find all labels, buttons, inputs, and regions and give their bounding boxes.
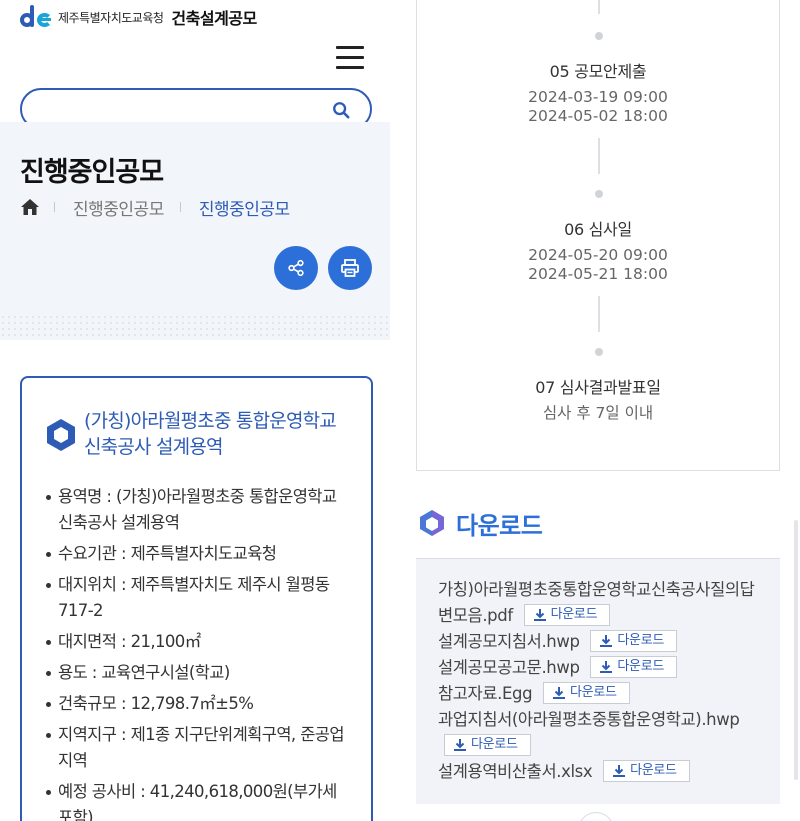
- breadcrumb-item-current[interactable]: 진행중인공모: [199, 195, 290, 220]
- schedule-timeline: 05 공모안제출 2024-03-19 09:00 2024-05-02 18:…: [416, 0, 780, 471]
- timeline-step-title: 06 심사일: [564, 220, 632, 239]
- file-item: 설계공모지침서.hwp 다운로드: [438, 629, 768, 655]
- file-name: 참고자료.Egg: [438, 684, 533, 703]
- timeline-date: 2024-05-20 09:00: [528, 246, 668, 264]
- download-button[interactable]: 다운로드: [543, 681, 630, 704]
- project-card: (가칭)아라월평초중 통합운영학교 신축공사 설계용역 용역명 : (가칭)아라…: [20, 376, 373, 821]
- detail-item: 대지면적 : 21,100㎡: [44, 629, 354, 655]
- scroll-top-button[interactable]: [578, 812, 614, 821]
- download-heading: 다운로드: [418, 506, 543, 540]
- download-button-label: 다운로드: [630, 762, 677, 778]
- timeline-connector: [598, 138, 600, 174]
- download-icon: [613, 764, 626, 777]
- file-item: 설계공모공고문.hwp 다운로드: [438, 655, 768, 681]
- breadcrumb-separator: [54, 202, 55, 212]
- file-list: 가칭)아라월평초중통합운영학교신축공사질의답변모음.pdf 다운로드 설계공모지…: [438, 577, 768, 785]
- timeline-step-title: 05 공모안제출: [549, 62, 647, 81]
- home-icon[interactable]: [20, 197, 40, 217]
- download-button[interactable]: 다운로드: [590, 655, 678, 678]
- detail-item: 지역지구 : 제1종 지구단위계획구역, 준공업지역: [44, 722, 354, 774]
- search-icon[interactable]: [332, 101, 350, 119]
- download-button[interactable]: 다운로드: [523, 603, 611, 626]
- timeline-dot: [595, 348, 603, 356]
- download-button-label: 다운로드: [471, 736, 518, 752]
- breadcrumb-item[interactable]: 진행중인공모: [73, 195, 164, 220]
- sub-header: 진행중인공모 진행중인공모 진행중인공모: [0, 122, 390, 340]
- download-button-label: 다운로드: [617, 658, 665, 674]
- search-input[interactable]: [40, 98, 320, 120]
- detail-item: 대지위치 : 제주특별자치도 제주시 월평동 717-2: [44, 572, 354, 624]
- site-logo[interactable]: 제주특별자치도교육청 건축설계공모: [20, 4, 257, 30]
- timeline-connector: [598, 0, 600, 14]
- download-file-box: 가칭)아라월평초중통합운영학교신축공사질의답변모음.pdf 다운로드 설계공모지…: [416, 558, 780, 804]
- download-button[interactable]: 다운로드: [603, 759, 690, 782]
- project-title: (가칭)아라월평초중 통합운영학교 신축공사 설계용역: [84, 410, 337, 458]
- download-icon: [454, 738, 466, 751]
- breadcrumb-separator: [179, 202, 181, 212]
- org-name: 제주특별자치도교육청: [58, 10, 164, 25]
- download-button-label: 다운로드: [570, 684, 617, 700]
- detail-item: 용역명 : (가칭)아라월평초중 통합운영학교 신축공사 설계용역: [44, 484, 354, 536]
- download-button[interactable]: 다운로드: [444, 733, 531, 756]
- file-name: 과업지침서(아라월평초중통합운영학교).hwp: [438, 710, 740, 729]
- decorative-dots: [0, 314, 390, 340]
- timeline-date: 2024-05-02 18:00: [528, 107, 668, 125]
- download-button-label: 다운로드: [550, 606, 598, 622]
- logo-mark-icon: [20, 5, 54, 29]
- detail-item: 예정 공사비 : 41,240,618,000원(부가세 포함): [44, 779, 354, 821]
- timeline-step-title: 07 심사결과발표일: [535, 378, 661, 397]
- hexagon-icon: [420, 510, 444, 536]
- left-column: 제주특별자치도교육청 건축설계공모 진행중인공모 진행중인공모 진행중인공모 (…: [0, 0, 390, 821]
- timeline-date: 심사 후 7일 이내: [542, 404, 654, 422]
- detail-item: 수요기관 : 제주특별자치도교육청: [44, 541, 354, 567]
- file-name: 설계공모지침서.hwp: [438, 632, 580, 651]
- detail-item: 용도 : 교육연구시설(학교): [44, 660, 354, 686]
- timeline-date: 2024-05-21 18:00: [528, 265, 668, 283]
- download-icon: [533, 608, 546, 621]
- detail-item: 건축규모 : 12,798.7㎡±5%: [44, 691, 354, 717]
- share-button[interactable]: [274, 246, 318, 290]
- download-button[interactable]: 다운로드: [590, 629, 678, 652]
- print-icon: [341, 259, 359, 277]
- print-button[interactable]: [328, 246, 372, 290]
- timeline-date: 2024-03-19 09:00: [528, 88, 668, 106]
- menu-icon[interactable]: [336, 46, 364, 70]
- timeline-connector: [598, 296, 600, 332]
- download-icon: [600, 634, 613, 647]
- scrollbar[interactable]: [794, 520, 798, 780]
- download-icon: [600, 660, 613, 673]
- breadcrumb: 진행중인공모 진행중인공모: [20, 195, 306, 220]
- download-icon: [553, 686, 565, 699]
- file-name: 설계용역비산출서.xlsx: [438, 762, 593, 781]
- file-item: 참고자료.Egg 다운로드: [438, 681, 768, 707]
- timeline-dot: [595, 32, 603, 40]
- project-details: 용역명 : (가칭)아라월평초중 통합운영학교 신축공사 설계용역 수요기관 :…: [44, 484, 354, 821]
- file-item: 과업지침서(아라월평초중통합운영학교).hwp 다운로드: [438, 707, 768, 759]
- file-item: 설계용역비산출서.xlsx 다운로드: [438, 759, 768, 785]
- download-title: 다운로드: [456, 511, 543, 540]
- timeline-dot: [595, 190, 603, 198]
- site-title: 건축설계공모: [171, 9, 257, 28]
- download-button-label: 다운로드: [617, 632, 665, 648]
- share-icon: [288, 259, 304, 277]
- file-item: 가칭)아라월평초중통합운영학교신축공사질의답변모음.pdf 다운로드: [438, 577, 768, 629]
- file-name: 설계공모공고문.hwp: [438, 658, 580, 677]
- hexagon-icon: [47, 419, 75, 451]
- right-column: 05 공모안제출 2024-03-19 09:00 2024-05-02 18:…: [390, 0, 800, 821]
- page-title: 진행중인공모: [20, 157, 164, 188]
